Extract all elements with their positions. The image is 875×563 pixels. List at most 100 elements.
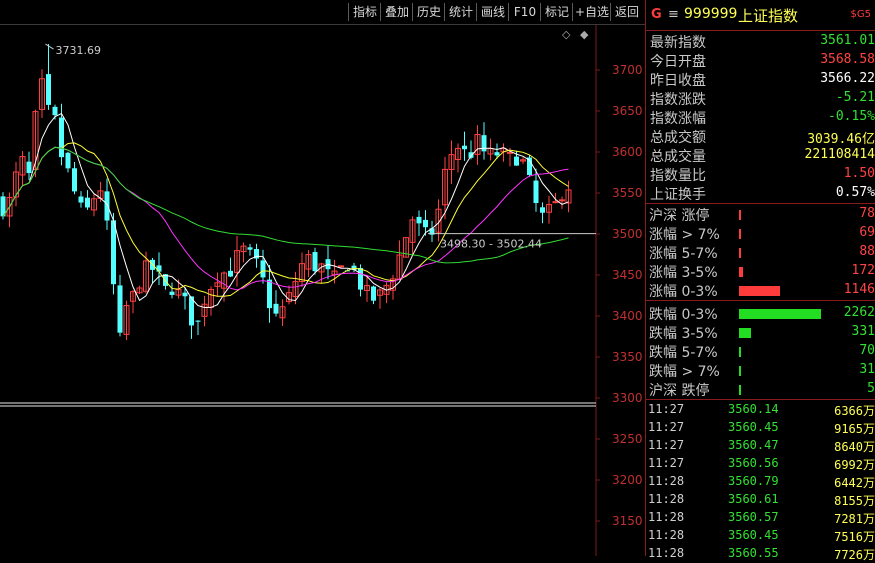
tick-time: 11:28 — [648, 492, 685, 506]
breadth-row: 跌幅 5-7% 70 — [646, 342, 875, 361]
quote-label: 上证换手 — [650, 187, 706, 203]
y-tick-label: 3300 — [612, 391, 643, 405]
candle-body-down — [78, 196, 84, 203]
breadth-label: 跌幅 0-3% — [649, 307, 718, 323]
breadth-row: 涨幅 5-7% 88 — [646, 243, 875, 262]
breadth-count: 88 — [859, 244, 875, 259]
range-annotation-label: 3498.30 - 3502.44 — [440, 238, 542, 251]
stock-title-row: G ≡ 999999 上证指数 $G5 — [646, 0, 875, 31]
section-divider — [646, 300, 875, 301]
toolbar-button-0[interactable]: 指标 — [348, 3, 381, 21]
tick-vol: 7516万 — [834, 530, 875, 544]
toolbar-button-8[interactable]: 返回 — [610, 3, 643, 21]
breadth-row: 涨幅 0-3% 1146 — [646, 281, 875, 300]
breadth-bar — [739, 347, 741, 357]
tick-row: 11:27 3560.47 8640万 — [646, 437, 875, 455]
quote-value: 3566.22 — [820, 71, 875, 86]
candle-body-down — [540, 207, 545, 213]
breadth-label: 跌幅 > 7% — [649, 364, 720, 380]
tick-price: 3560.56 — [728, 456, 779, 470]
tick-price: 3560.55 — [728, 546, 779, 560]
candle-body-down — [228, 270, 233, 277]
candle-body-down — [358, 268, 363, 290]
y-tick-label: 3650 — [612, 104, 643, 118]
tick-vol: 7281万 — [834, 512, 875, 526]
y-tick-label: 3450 — [612, 268, 643, 282]
toolbar-button-6[interactable]: 标记 — [540, 3, 573, 21]
tick-row: 11:28 3560.55 7726万 — [646, 545, 875, 563]
quote-value: -5.21 — [835, 90, 875, 105]
candlestick-chart-svg[interactable]: 3700 3650 3600 3550 3500 3450 3400 3350 3300 3250… — [0, 25, 645, 563]
breadth-bar — [739, 366, 741, 376]
tick-row: 11:27 3560.45 9165万 — [646, 419, 875, 437]
y-tick-label: 3700 — [612, 63, 643, 77]
candle-body-down — [156, 265, 162, 272]
candle-body-down — [416, 216, 422, 224]
quote-value: 0.57% — [835, 185, 875, 200]
tick-vol: 9165万 — [834, 422, 875, 436]
quote-label: 总成交量 — [650, 149, 706, 165]
tick-time: 11:28 — [648, 474, 685, 488]
toolbar-button-1[interactable]: 叠加 — [380, 3, 413, 21]
tick-price: 3560.57 — [728, 510, 779, 524]
candlestick-chart[interactable]: 3700 3650 3600 3550 3500 3450 3400 3350 3300 3250… — [0, 25, 645, 563]
quote-panel: G ≡ 999999 上证指数 $G5 最新指数 3561.01 今日开盘 3568.… — [646, 0, 875, 562]
quote-value: -0.15% — [828, 109, 875, 124]
candle-body-down — [462, 145, 467, 150]
breadth-bar — [739, 267, 743, 277]
breadth-label: 涨幅 0-3% — [649, 284, 718, 300]
candle-body-down — [260, 260, 266, 278]
quote-row: 指数量比 1.50 — [646, 165, 875, 184]
quote-label: 今日开盘 — [650, 54, 706, 70]
quote-row: 指数涨跌 -5.21 — [646, 89, 875, 108]
tick-price: 3560.61 — [728, 492, 779, 506]
quote-row: 总成交量 221108414 — [646, 146, 875, 165]
quote-value: 3568.58 — [820, 52, 875, 67]
tick-time: 11:27 — [648, 456, 685, 470]
tick-row: 11:27 3560.14 6366万 — [646, 401, 875, 419]
toolbar-button-5[interactable]: F10 — [508, 3, 541, 21]
breadth-label: 涨幅 5-7% — [649, 246, 718, 262]
breadth-count: 5 — [867, 381, 875, 396]
quote-value: 1.50 — [843, 166, 875, 181]
tick-row: 11:28 3560.61 8155万 — [646, 491, 875, 509]
quote-label: 指数涨跌 — [650, 92, 706, 108]
menu-icon[interactable]: ≡ — [668, 7, 679, 22]
candle-body-down — [85, 197, 90, 208]
toolbar-button-7[interactable]: +自选 — [572, 3, 611, 21]
quote-label: 最新指数 — [650, 35, 706, 51]
breadth-count: 331 — [851, 324, 875, 339]
candle-body-down — [371, 286, 376, 301]
breadth-count: 78 — [859, 206, 875, 221]
tick-vol: 6992万 — [834, 458, 875, 472]
candle-body-down — [533, 180, 539, 204]
y-tick-label: 3250 — [612, 432, 643, 446]
quote-label: 昨日收盘 — [650, 73, 706, 89]
breadth-label: 跌幅 3-5% — [649, 326, 718, 342]
breadth-row: 涨幅 > 7% 69 — [646, 224, 875, 243]
tick-vol: 8155万 — [834, 494, 875, 508]
candle-body-down — [267, 279, 272, 309]
y-tick-label: 3550 — [612, 186, 643, 200]
candle-body-down — [468, 152, 474, 158]
y-tick-label: 3400 — [612, 309, 643, 323]
tick-vol: 7726万 — [834, 548, 875, 562]
tick-time: 11:27 — [648, 420, 685, 434]
breadth-row: 跌幅 > 7% 31 — [646, 361, 875, 380]
breadth-row: 沪深 涨停 78 — [646, 205, 875, 224]
toolbar-button-4[interactable]: 画线 — [476, 3, 509, 21]
breadth-label: 涨幅 3-5% — [649, 265, 718, 281]
tick-time: 11:27 — [648, 402, 685, 416]
toolbar-button-2[interactable]: 历史 — [412, 3, 445, 21]
toolbar-button-3[interactable]: 统计 — [444, 3, 477, 21]
group-flag[interactable]: G — [651, 7, 662, 22]
candle-body-up — [552, 201, 559, 204]
tick-time: 11:28 — [648, 528, 685, 542]
breadth-bar — [739, 248, 741, 258]
tick-price: 3560.79 — [728, 474, 779, 488]
diamond-icon: ◆ — [580, 28, 589, 41]
quote-row: 今日开盘 3568.58 — [646, 51, 875, 70]
breadth-count: 2262 — [843, 305, 875, 320]
tick-time: 11:28 — [648, 510, 685, 524]
candle-body-down — [65, 152, 71, 169]
